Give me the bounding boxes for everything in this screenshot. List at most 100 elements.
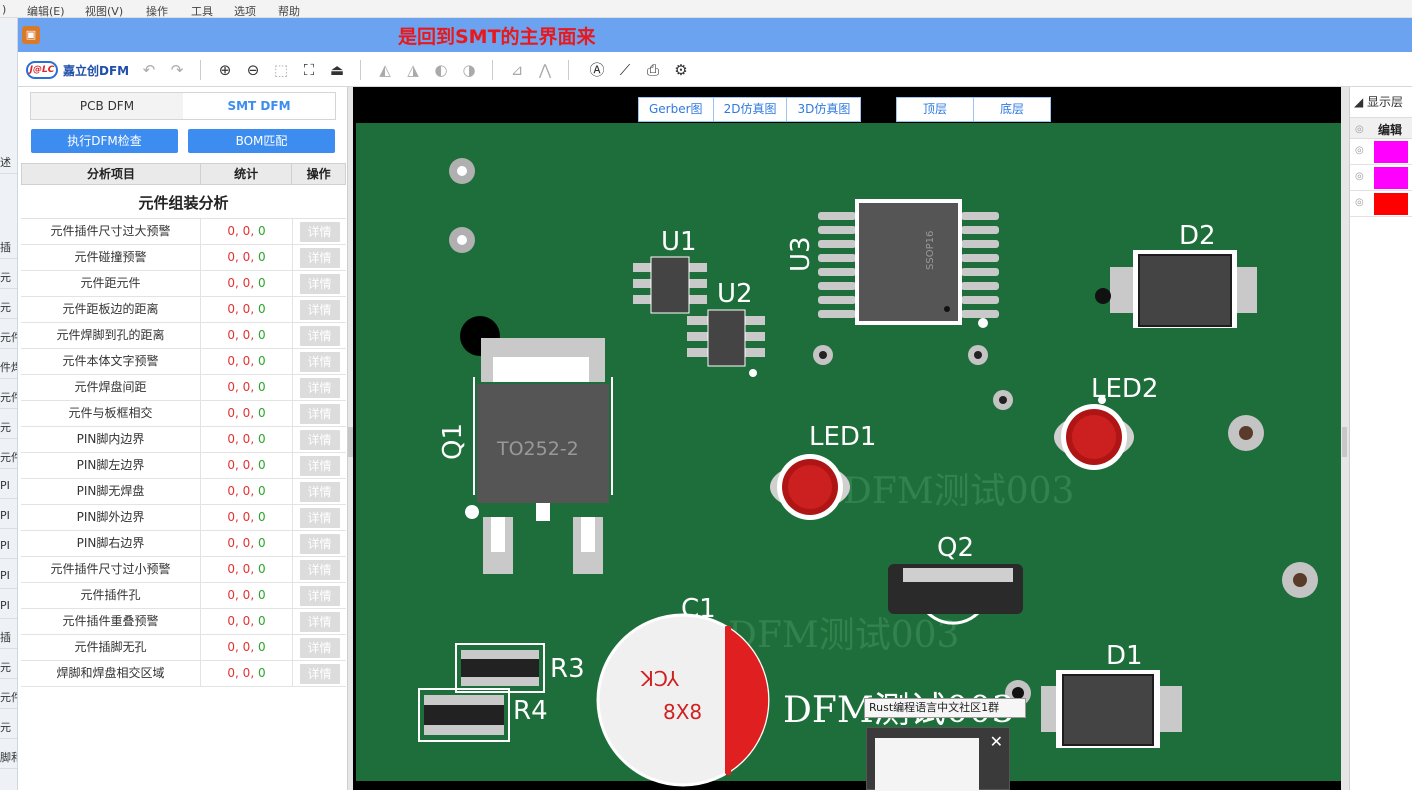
detail-button[interactable]: 详情 [299, 507, 340, 528]
analysis-action: 详情 [293, 531, 346, 557]
pcb-canvas[interactable]: Gerber图 2D仿真图 3D仿真图 顶层 底层 DFM测试003 DFM测试… [353, 87, 1347, 790]
detail-button[interactable]: 详情 [299, 637, 340, 658]
detail-button[interactable]: 详情 [299, 559, 340, 580]
ruler-icon[interactable]: ⟋ [616, 61, 634, 79]
stat-value: 0 [257, 613, 266, 628]
detail-button[interactable]: 详情 [299, 221, 340, 242]
zoom-out-icon[interactable]: ⊖ [244, 61, 262, 79]
measure-4-icon[interactable]: ◑ [460, 61, 478, 79]
detail-button[interactable]: 详情 [299, 325, 340, 346]
stat-value: 0 [257, 431, 266, 446]
eye-icon[interactable]: ◎ [1355, 145, 1369, 157]
analysis-item-name: PIN脚左边界 [21, 452, 201, 479]
eye-icon[interactable]: ◎ [1355, 124, 1369, 136]
detail-button[interactable]: 详情 [299, 351, 340, 372]
measure-3-icon[interactable]: ◐ [432, 61, 450, 79]
analysis-table-header: 分析项目 统计 操作 [21, 163, 346, 185]
detail-button[interactable]: 详情 [299, 377, 340, 398]
layer-row[interactable]: ◎ [1350, 191, 1412, 217]
detail-button[interactable]: 详情 [299, 247, 340, 268]
analysis-action: 详情 [293, 453, 346, 479]
analysis-action: 详情 [293, 349, 346, 375]
fit-view-icon[interactable]: ⛶ [300, 61, 318, 79]
table-row: PIN脚左边界 0, 0, 0 详情 [21, 452, 346, 479]
detail-button[interactable]: 详情 [299, 455, 340, 476]
layer-panel-title: ◢ 显示层 [1354, 95, 1404, 109]
designator-led2: LED2 [1091, 374, 1158, 404]
analysis-action: 详情 [293, 479, 346, 505]
taskbar-thumbnail[interactable]: ✕ [866, 727, 1010, 791]
stat-value: 0 [257, 483, 266, 498]
measure-1-icon[interactable]: ◭ [376, 61, 394, 79]
tab-smt-dfm[interactable]: SMT DFM [183, 93, 335, 119]
detail-button[interactable]: 详情 [299, 429, 340, 450]
eye-icon[interactable]: ◎ [1355, 171, 1369, 183]
section-title: 元件组装分析 [21, 187, 346, 219]
designator-c1: C1 [681, 594, 716, 624]
background-left-item: PI [0, 563, 17, 589]
thumbnail-preview [875, 738, 979, 791]
bom-match-button[interactable]: BOM匹配 [188, 129, 335, 153]
menu-operate[interactable]: 操作 [146, 3, 168, 19]
background-left-item: 元件 [0, 323, 17, 349]
zoom-area-icon[interactable]: ⬚ [272, 61, 290, 79]
menu-view[interactable]: 视图(V) [85, 3, 123, 19]
tab-pcb-dfm[interactable]: PCB DFM [31, 93, 183, 119]
background-left-column: 述插元元元件件焊元件元元件PIPIPIPIPI插元元件元脚和 [0, 18, 18, 790]
stat-value: 0 [227, 379, 236, 394]
analysis-item-name: 元件插脚无孔 [21, 634, 201, 661]
analysis-panel: PCB DFM SMT DFM 执行DFM检查 BOM匹配 分析项目 统计 操作… [18, 87, 348, 790]
right-splitter[interactable] [1341, 87, 1349, 790]
export-pdf-icon[interactable]: ⎙ [644, 61, 662, 79]
close-icon[interactable]: ✕ [990, 732, 1003, 751]
menu-options[interactable]: 选项 [234, 3, 256, 19]
background-left-item: 元 [0, 653, 17, 679]
detail-button[interactable]: 详情 [299, 403, 340, 424]
measure-2-icon[interactable]: ◮ [404, 61, 422, 79]
detail-button[interactable]: 详情 [299, 481, 340, 502]
stat-value: 0 [227, 457, 236, 472]
detail-button[interactable]: 详情 [299, 585, 340, 606]
flip-board-icon[interactable]: ⏏ [328, 61, 346, 79]
detail-button[interactable]: 详情 [299, 273, 340, 294]
detail-button[interactable]: 详情 [299, 299, 340, 320]
layer-color-swatch[interactable] [1374, 167, 1408, 189]
layer-color-swatch[interactable] [1374, 193, 1408, 215]
run-dfm-check-button[interactable]: 执行DFM检查 [31, 129, 178, 153]
detail-button[interactable]: 详情 [299, 611, 340, 632]
eye-icon[interactable]: ◎ [1355, 197, 1369, 209]
stat-value: 0 [257, 301, 266, 316]
table-row: 元件距元件 0, 0, 0 详情 [21, 270, 346, 297]
background-left-item: 脚和 [0, 743, 17, 769]
analysis-item-name: 元件插件尺寸过大预警 [21, 218, 201, 245]
detail-button[interactable]: 详情 [299, 663, 340, 684]
stat-value: 0 [257, 535, 266, 550]
analysis-item-name: 元件本体文字预警 [21, 348, 201, 375]
mirror-icon[interactable]: ⋀ [536, 61, 554, 79]
undo-icon[interactable]: ↶ [140, 61, 158, 79]
stat-value: 0 [257, 223, 266, 238]
text-tool-icon[interactable]: Ⓐ [588, 61, 606, 79]
table-row: PIN脚无焊盘 0, 0, 0 详情 [21, 478, 346, 505]
stat-value: 0 [227, 275, 236, 290]
analysis-action: 详情 [293, 245, 346, 271]
redo-icon[interactable]: ↷ [168, 61, 186, 79]
align-icon[interactable]: ⊿ [508, 61, 526, 79]
analysis-action: 详情 [293, 557, 346, 583]
layer-row[interactable]: ◎ [1350, 165, 1412, 191]
zoom-in-icon[interactable]: ⊕ [216, 61, 234, 79]
q1-body-text: TO252-2 [496, 438, 579, 460]
analysis-item-name: 元件插件尺寸过小预警 [21, 556, 201, 583]
menu-help[interactable]: 帮助 [278, 3, 300, 19]
menu-edit[interactable]: 编辑(E) [27, 3, 65, 19]
analysis-stats: 0, 0, 0 [201, 504, 293, 531]
stat-value: 0 [257, 379, 266, 394]
stat-value: 0 [227, 639, 236, 654]
stat-value: 0 [257, 457, 266, 472]
analysis-item-name: 元件焊盘间距 [21, 374, 201, 401]
menu-tools[interactable]: 工具 [191, 3, 213, 19]
settings-icon[interactable]: ⚙ [672, 61, 690, 79]
layer-color-swatch[interactable] [1374, 141, 1408, 163]
layer-row[interactable]: ◎ [1350, 139, 1412, 165]
detail-button[interactable]: 详情 [299, 533, 340, 554]
